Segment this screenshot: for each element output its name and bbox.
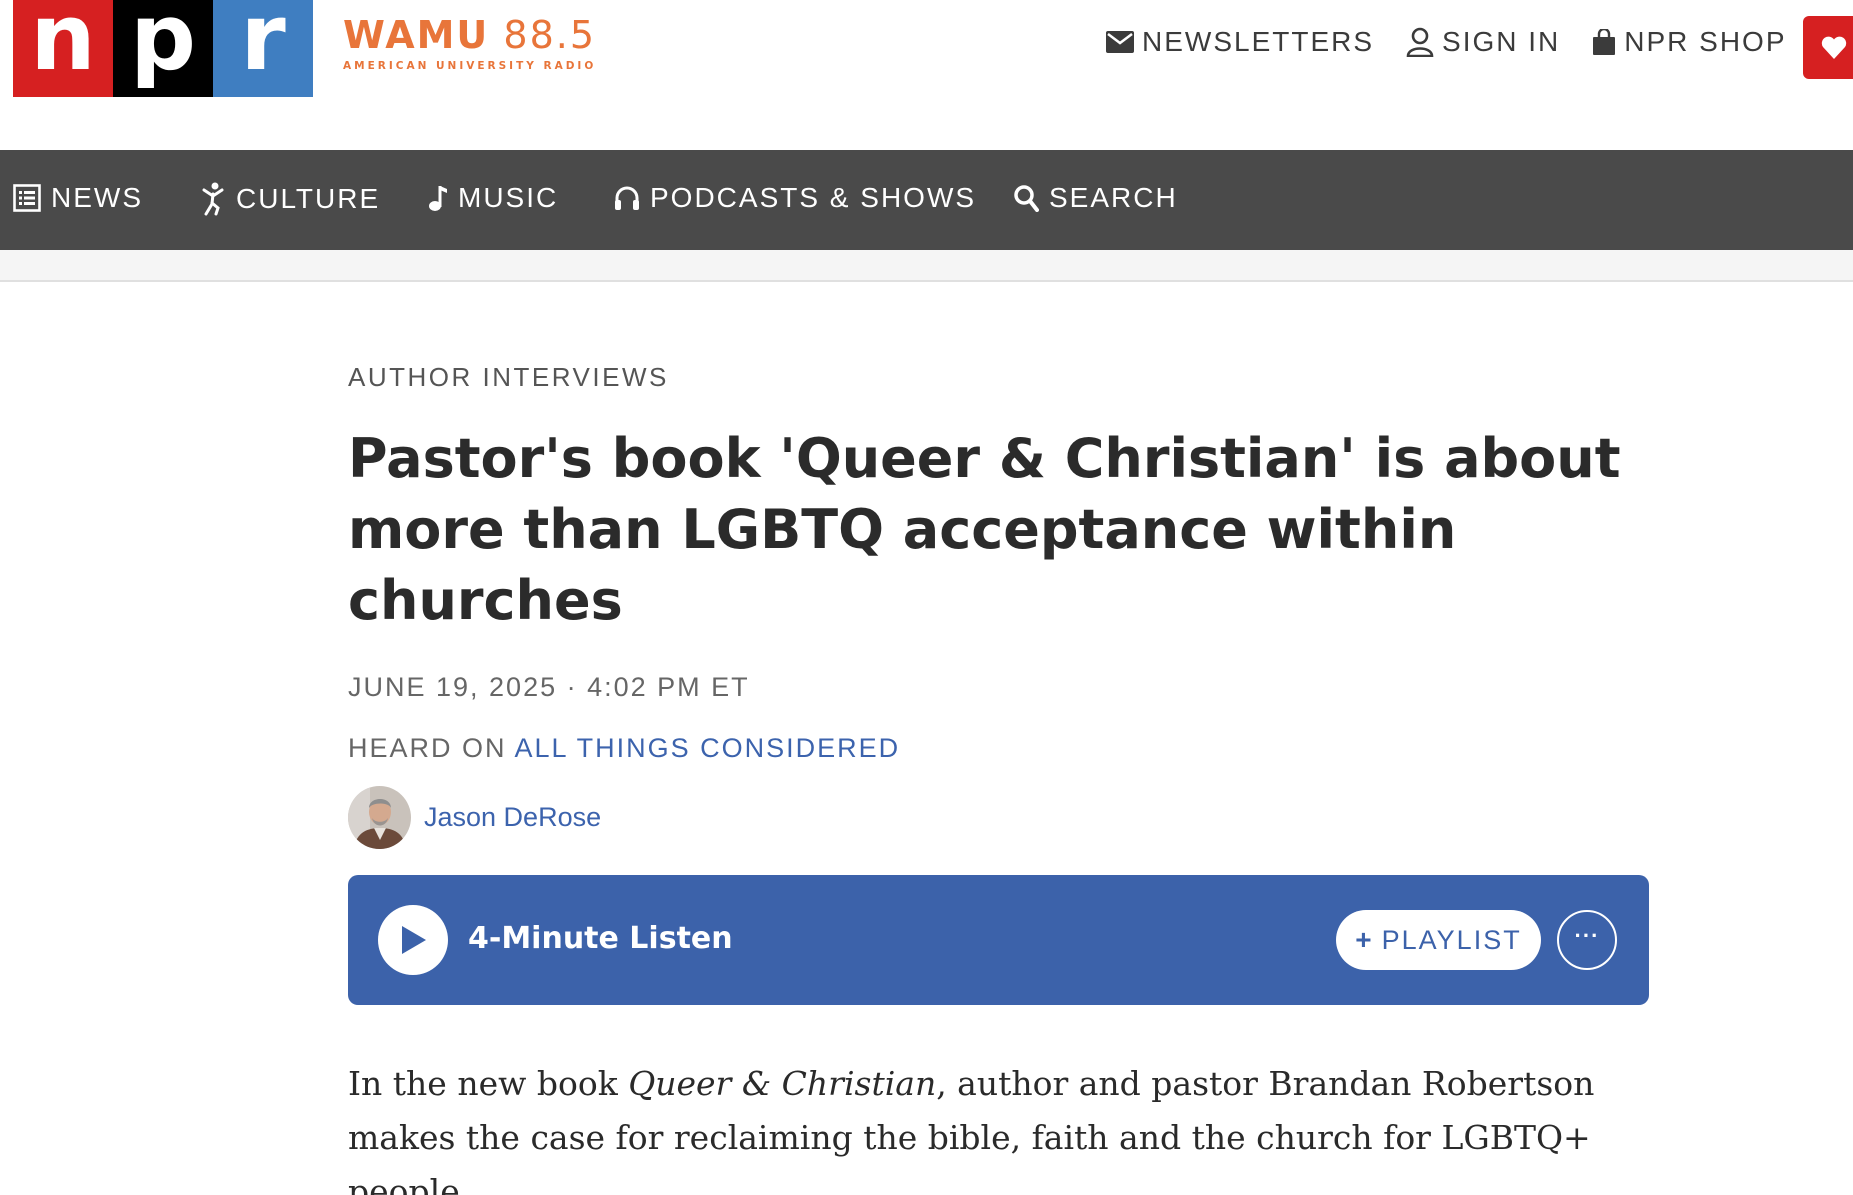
station-call: WAMU 88.5 <box>343 14 596 56</box>
teaser-book-title: Queer & Christian <box>628 1064 937 1103</box>
heart-icon <box>1821 36 1847 59</box>
plus-icon: + <box>1355 924 1374 955</box>
header-links: NEWSLETTERS SIGN IN NPR SHOP <box>1106 26 1819 58</box>
article-headline: Pastor's book 'Queer & Christian' is abo… <box>348 427 1621 632</box>
station-subtitle: AMERICAN UNIVERSITY RADIO <box>343 60 597 72</box>
npr-logo-n: n <box>13 0 113 97</box>
station-logo[interactable]: WAMU 88.5 AMERICAN UNIVERSITY RADIO <box>343 14 596 72</box>
author-name[interactable]: Jason DeRose <box>424 802 601 833</box>
sign-in-label: SIGN IN <box>1442 26 1561 57</box>
main-nav: NEWS CULTURE MUSIC PODCASTS & SHOWS SEAR… <box>0 150 1853 250</box>
npr-logo-r: r <box>213 0 313 97</box>
heard-on-prefix: HEARD ON <box>348 733 515 763</box>
play-button[interactable] <box>378 905 448 975</box>
nav-subbar <box>0 250 1853 282</box>
npr-shop-label: NPR SHOP <box>1624 26 1787 57</box>
article-teaser: In the new book Queer & Christian, autho… <box>348 1057 1608 1195</box>
station-call-letters: WAMU <box>343 13 490 57</box>
npr-logo-p: p <box>113 0 213 97</box>
teaser-part1: In the new book <box>348 1064 629 1103</box>
show-link[interactable]: ALL THINGS CONSIDERED <box>515 733 901 763</box>
culture-icon <box>202 182 224 216</box>
byline: Jason DeRose <box>348 786 1648 849</box>
search-icon <box>1014 185 1039 212</box>
station-frequency: 88.5 <box>503 13 596 57</box>
article-kicker[interactable]: AUTHOR INTERVIEWS <box>348 362 1648 393</box>
playlist-label: PLAYLIST <box>1381 924 1522 955</box>
user-icon <box>1406 27 1434 57</box>
nav-label-podcasts-shows: PODCASTS & SHOWS <box>650 182 977 213</box>
play-icon <box>402 926 426 954</box>
site-header: n p r WAMU 88.5 AMERICAN UNIVERSITY RADI… <box>0 0 1853 150</box>
nav-label-music: MUSIC <box>458 182 559 213</box>
mail-icon <box>1106 31 1134 53</box>
donate-button[interactable] <box>1803 16 1853 79</box>
heard-on: HEARD ON ALL THINGS CONSIDERED <box>348 733 1648 764</box>
news-icon <box>13 184 41 212</box>
more-options-button[interactable]: ··· <box>1557 910 1617 970</box>
nav-item-culture[interactable]: CULTURE <box>200 182 380 216</box>
nav-label-news: NEWS <box>51 182 143 213</box>
nav-item-news[interactable]: NEWS <box>13 182 143 214</box>
article: AUTHOR INTERVIEWS Pastor's book 'Queer &… <box>348 362 1649 1195</box>
nav-item-search[interactable]: SEARCH <box>1013 182 1178 214</box>
audio-player: 4-Minute Listen + PLAYLIST ··· <box>348 875 1649 1005</box>
sign-in-link[interactable]: SIGN IN <box>1406 26 1560 58</box>
newsletters-link[interactable]: NEWSLETTERS <box>1106 26 1374 58</box>
npr-shop-link[interactable]: NPR SHOP <box>1592 26 1786 58</box>
article-dateline: JUNE 19, 2025 · 4:02 PM ET <box>348 672 750 702</box>
nav-label-culture: CULTURE <box>236 183 381 214</box>
more-icon: ··· <box>1574 923 1600 948</box>
music-note-icon <box>429 186 447 211</box>
shopping-bag-icon <box>1593 29 1616 55</box>
nav-label-search: SEARCH <box>1049 182 1178 213</box>
nav-item-podcasts-shows[interactable]: PODCASTS & SHOWS <box>614 182 976 214</box>
newsletters-label: NEWSLETTERS <box>1142 26 1375 57</box>
add-to-playlist-button[interactable]: + PLAYLIST <box>1336 910 1541 970</box>
author-avatar[interactable] <box>348 786 411 849</box>
listen-duration: 4-Minute Listen <box>468 921 733 956</box>
nav-item-music[interactable]: MUSIC <box>428 182 558 214</box>
npr-logo[interactable]: n p r <box>13 0 313 97</box>
headphones-icon <box>615 186 639 210</box>
